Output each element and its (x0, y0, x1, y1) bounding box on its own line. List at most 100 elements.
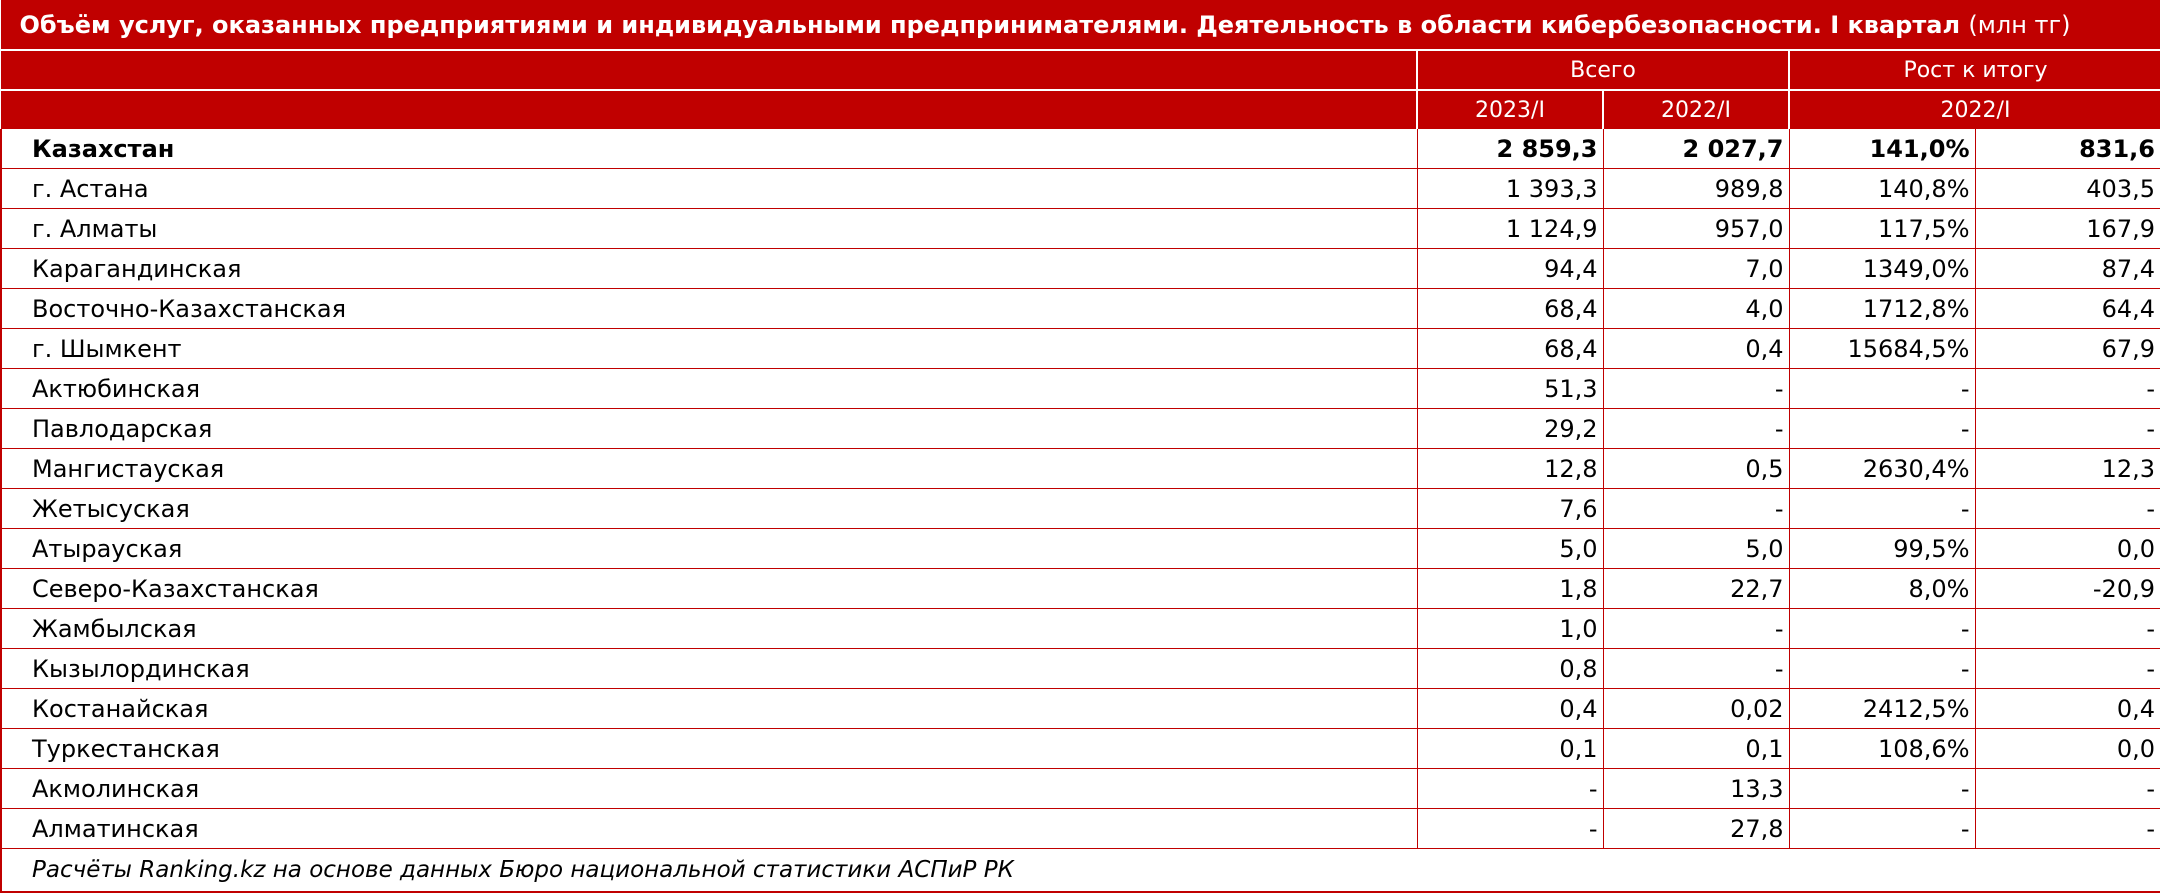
growth-absolute: 0,4 (1974, 688, 2160, 729)
table-row: Жетысуская 7,6- - - (0, 488, 2160, 529)
region-name: Жамбылская (0, 608, 1417, 649)
table-row: Мангистауская 12,8 0,5 2630,4% 12,3 (0, 448, 2160, 489)
value-2023: - (1416, 808, 1603, 849)
region-name: Кызылординская (0, 648, 1417, 689)
header-growth: Рост к итогу (1788, 49, 2160, 90)
table-row: Карагандинская 94,4 7,0 1349,0% 87,4 (0, 248, 2160, 289)
value-2023: 0,4 (1416, 688, 1603, 729)
region-name: Актюбинская (0, 368, 1417, 409)
value-2022: 22,7 (1602, 568, 1789, 609)
value-2022: 0,02 (1602, 688, 1789, 729)
value-2023: 51,3 (1416, 368, 1603, 409)
table-row: Туркестанская 0,1 0,1 108,6% 0,0 (0, 728, 2160, 769)
table-row: Акмолинская -13,3- - (0, 768, 2160, 809)
table-row: Жамбылская 1,0- - - (0, 608, 2160, 649)
growth-percent: 2412,5% (1788, 688, 1975, 729)
region-name: Туркестанская (0, 728, 1417, 769)
value-2023: 29,2 (1416, 408, 1603, 449)
header-blank-2 (1, 89, 1417, 129)
table-title-row: Объём услуг, оказанных предприятиями и и… (0, 0, 2160, 51)
value-2023: 5,0 (1416, 528, 1603, 569)
growth-percent: 1349,0% (1788, 248, 1975, 289)
value-2023: 7,6 (1416, 488, 1603, 529)
growth-percent: - (1788, 488, 1975, 529)
value-2023: 1 124,9 (1416, 208, 1603, 249)
region-name: Атырауская (0, 528, 1417, 569)
growth-absolute: - (1974, 608, 2160, 649)
value-2022: 13,3 (1602, 768, 1789, 809)
value-2023: 68,4 (1416, 288, 1603, 329)
growth-percent: 15684,5% (1788, 328, 1975, 369)
header-growth-year: 2022/I (1788, 89, 2160, 129)
value-2023: 1,0 (1416, 608, 1603, 649)
region-name: Восточно-Казахстанская (0, 288, 1417, 329)
growth-absolute: - (1974, 488, 2160, 529)
table-row: Актюбинская 51,3- - - (0, 368, 2160, 409)
growth-percent: 141,0% (1788, 129, 1975, 169)
growth-percent: - (1788, 768, 1975, 809)
growth-percent: 140,8% (1788, 168, 1975, 209)
value-2022: 2 027,7 (1602, 129, 1789, 169)
table-row: Казахстан 2 859,3 2 027,7 141,0% 831,6 (0, 129, 2160, 169)
value-2022: 0,5 (1602, 448, 1789, 489)
value-2022: - (1602, 368, 1789, 409)
region-name: г. Шымкент (0, 328, 1417, 369)
value-2022: - (1602, 488, 1789, 529)
footer-row: Расчёты Ranking.kz на основе данных Бюро… (0, 848, 2160, 893)
growth-percent: 1712,8% (1788, 288, 1975, 329)
region-name: Павлодарская (0, 408, 1417, 449)
growth-absolute: - (1974, 768, 2160, 809)
value-2022: 989,8 (1602, 168, 1789, 209)
value-2022: - (1602, 408, 1789, 449)
value-2023: 94,4 (1416, 248, 1603, 289)
value-2023: - (1416, 768, 1603, 809)
value-2022: 7,0 (1602, 248, 1789, 289)
growth-absolute: 167,9 (1974, 208, 2160, 249)
growth-absolute: 403,5 (1974, 168, 2160, 209)
header-total: Всего (1416, 49, 1789, 90)
value-2023: 2 859,3 (1416, 129, 1603, 169)
table-title: Объём услуг, оказанных предприятиями и и… (0, 0, 2160, 51)
table-title-text: Объём услуг, оказанных предприятиями и и… (19, 11, 1961, 39)
region-name: Карагандинская (0, 248, 1417, 289)
growth-percent: - (1788, 368, 1975, 409)
value-2022: 4,0 (1602, 288, 1789, 329)
region-name: Алматинская (0, 808, 1417, 849)
region-name: Акмолинская (0, 768, 1417, 809)
table-unit: (млн тг) (1968, 11, 2071, 39)
value-2023: 1,8 (1416, 568, 1603, 609)
source-note: Расчёты Ranking.kz на основе данных Бюро… (0, 848, 2160, 893)
table-row: Восточно-Казахстанская 68,4 4,0 1712,8% 64,4 (0, 288, 2160, 329)
table-row: г. Алматы 1 124,9 957,0 117,5% 167,9 (0, 208, 2160, 249)
table-body: Казахстан 2 859,3 2 027,7 141,0% 831,6 г. Аст… (0, 129, 2160, 849)
region-name: Мангистауская (0, 448, 1417, 489)
value-2022: 957,0 (1602, 208, 1789, 249)
value-2023: 1 393,3 (1416, 168, 1603, 209)
services-volume-table: Объём услуг, оказанных предприятиями и и… (0, 0, 2160, 893)
header-blank (1, 49, 1417, 90)
table-row: Атырауская 5,0 5,0 99,5% 0,0 (0, 528, 2160, 569)
growth-percent: - (1788, 808, 1975, 849)
header-row-2: 2023/I 2022/I 2022/I (1, 89, 2160, 129)
table-row: Алматинская -27,8- - (0, 808, 2160, 849)
value-2023: 12,8 (1416, 448, 1603, 489)
header-2022: 2022/I (1602, 89, 1789, 129)
region-name: Северо-Казахстанская (0, 568, 1417, 609)
growth-absolute: 0,0 (1974, 728, 2160, 769)
growth-percent: - (1788, 608, 1975, 649)
growth-absolute: -20,9 (1974, 568, 2160, 609)
value-2022: 5,0 (1602, 528, 1789, 569)
region-name: г. Алматы (0, 208, 1417, 249)
value-2022: - (1602, 648, 1789, 689)
table-row: Кызылординская 0,8- - - (0, 648, 2160, 689)
growth-absolute: - (1974, 368, 2160, 409)
value-2022: 0,1 (1602, 728, 1789, 769)
table-row: Павлодарская 29,2- - - (0, 408, 2160, 449)
growth-absolute: 64,4 (1974, 288, 2160, 329)
growth-absolute: 87,4 (1974, 248, 2160, 289)
data-table-container: Объём услуг, оказанных предприятиями и и… (0, 0, 2160, 893)
value-2022: 0,4 (1602, 328, 1789, 369)
growth-absolute: 831,6 (1974, 129, 2160, 169)
table-row: г. Астана 1 393,3 989,8 140,8% 403,5 (0, 168, 2160, 209)
table-row: Костанайская 0,4 0,02 2412,5% 0,4 (0, 688, 2160, 729)
